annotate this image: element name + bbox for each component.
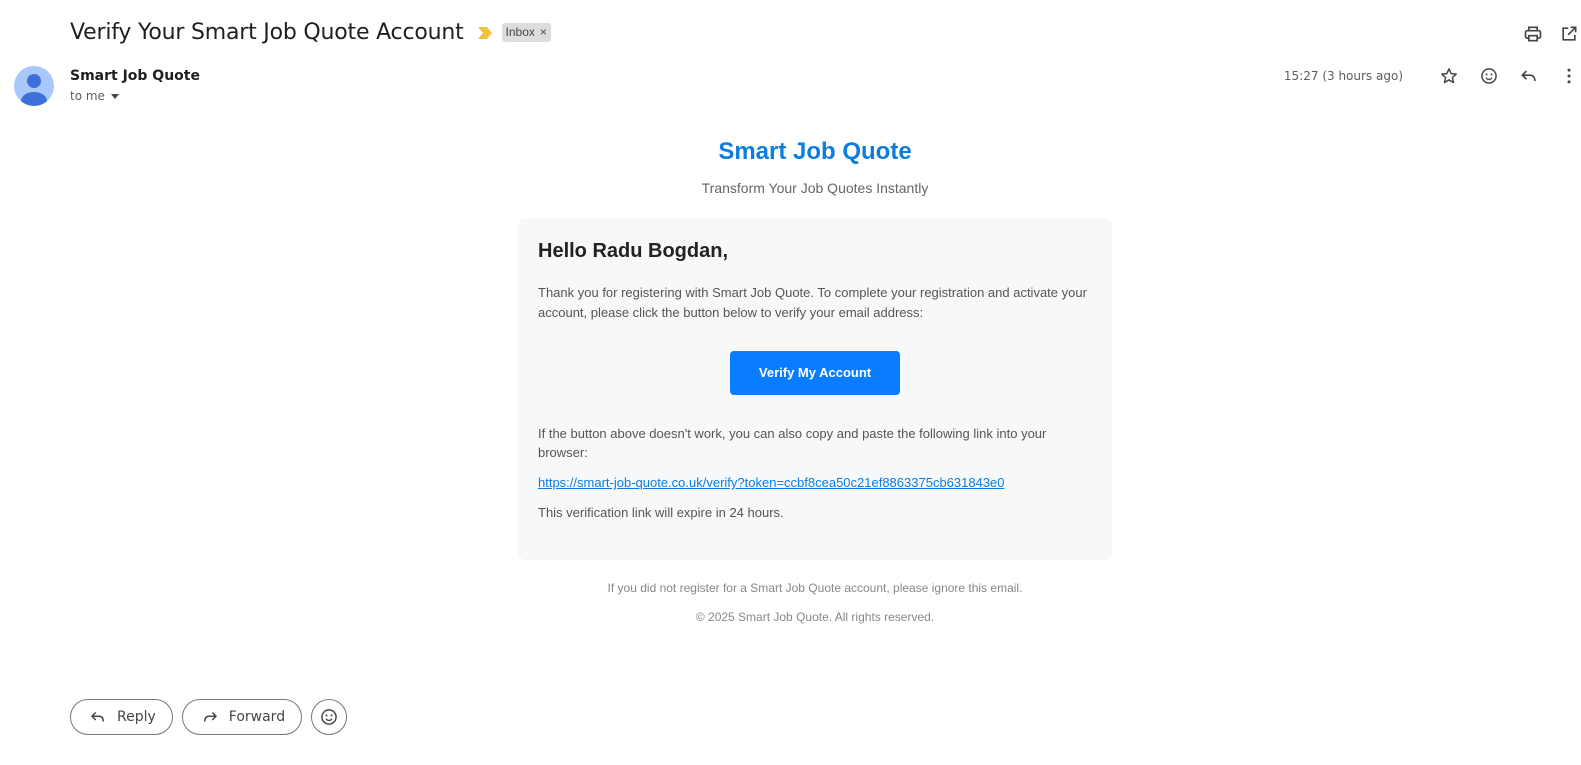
greeting: Hello Radu Bogdan,	[538, 240, 728, 262]
forward-icon	[203, 711, 217, 722]
top-actions	[1521, 22, 1581, 46]
print-icon[interactable]	[1521, 22, 1545, 46]
recipient-details[interactable]: to me	[70, 89, 119, 103]
brand-title: Smart Job Quote	[718, 138, 912, 165]
button-wrapper: Verify My Account	[538, 351, 1092, 395]
sender-name[interactable]: Smart Job Quote	[70, 68, 200, 84]
brand-tagline: Transform Your Job Quotes Instantly	[701, 180, 929, 196]
intro-paragraph: Thank you for registering with Smart Job…	[538, 285, 1087, 320]
reply-icon	[90, 711, 104, 722]
label-chip-text: Inbox	[505, 25, 535, 39]
reply-label: Reply	[117, 709, 156, 725]
email-subject: Verify Your Smart Job Quote Account	[70, 19, 464, 45]
open-in-new-window-icon[interactable]	[1557, 22, 1581, 46]
verification-card: Hello Radu Bogdan, Thank you for registe…	[518, 218, 1112, 560]
remove-label-icon[interactable]: ×	[540, 25, 547, 39]
forward-label: Forward	[228, 709, 286, 725]
verify-account-button[interactable]: Verify My Account	[729, 351, 901, 395]
emoji-reaction-button[interactable]	[311, 699, 348, 735]
footer-ignore-note: If you did not register for a Smart Job …	[607, 581, 1023, 595]
avatar[interactable]	[14, 66, 54, 106]
reply-actions: Reply Forward	[70, 699, 348, 735]
message-actions: 15:27 (3 hours ago)	[1284, 64, 1581, 88]
subject-row: Verify Your Smart Job Quote Account Inbo…	[70, 14, 551, 50]
emoji-reaction-icon[interactable]	[1477, 64, 1501, 88]
forward-button[interactable]: Forward	[181, 699, 303, 735]
fallback-paragraph: If the button above doesn't work, you ca…	[538, 426, 1047, 460]
chevron-down-icon[interactable]	[110, 93, 119, 99]
star-icon[interactable]	[1437, 64, 1461, 88]
timestamp: 15:27 (3 hours ago)	[1283, 69, 1403, 83]
reply-icon[interactable]	[1517, 64, 1541, 88]
email-content: Smart Job Quote Transform Your Job Quote…	[518, 130, 1112, 624]
importance-marker-icon[interactable]	[477, 26, 492, 39]
verify-link[interactable]: https://smart-job-quote.co.uk/verify?tok…	[538, 475, 1092, 490]
footer-copyright: © 2025 Smart Job Quote. All rights reser…	[695, 610, 935, 624]
recipient-text: to me	[70, 89, 105, 103]
reply-button[interactable]: Reply	[70, 699, 173, 735]
inbox-label-chip[interactable]: Inbox ×	[501, 22, 551, 42]
expiry-note: This verification link will expire in 24…	[538, 505, 784, 520]
emoji-reaction-icon	[321, 709, 337, 725]
more-vert-icon[interactable]	[1557, 64, 1581, 88]
